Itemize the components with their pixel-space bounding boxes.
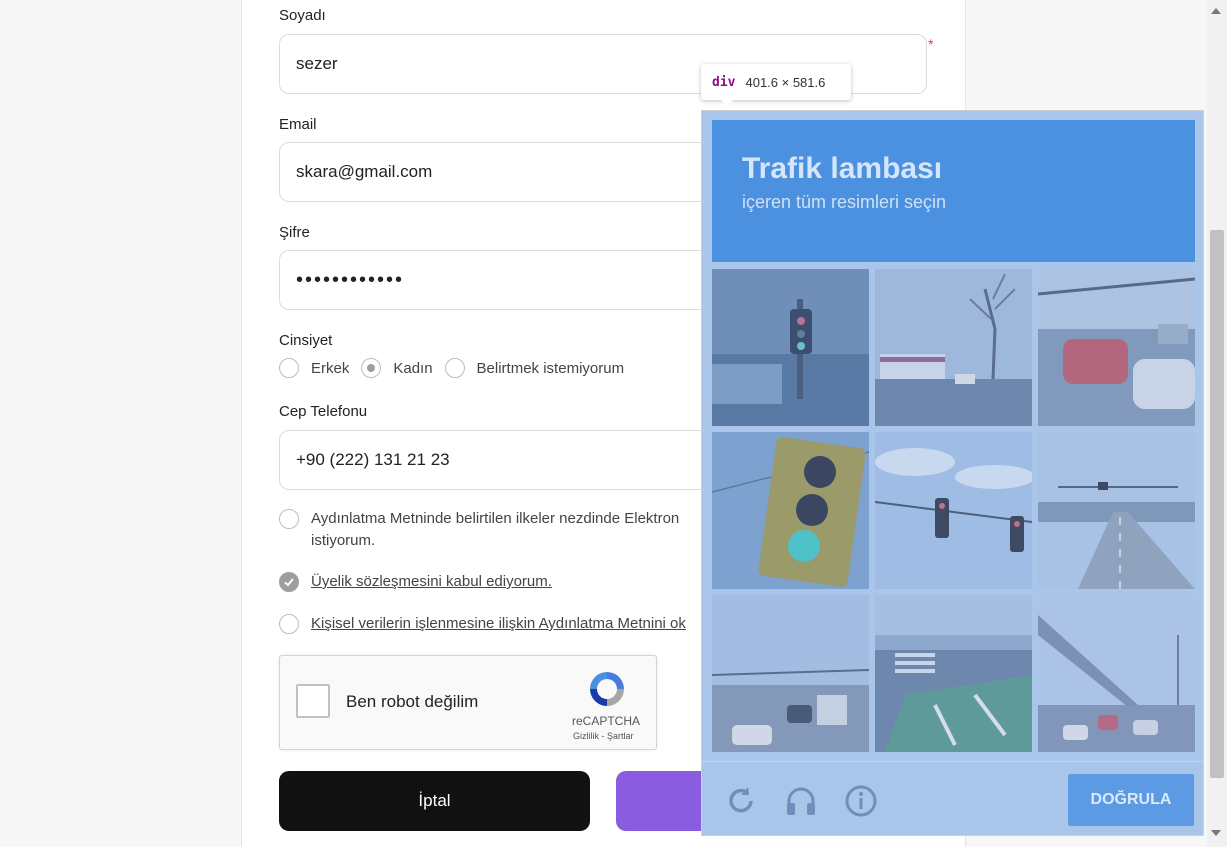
membership-agreement-link[interactable]: Üyelik sözleşmesini kabul ediyorum. [311,571,552,593]
gender-option-female[interactable]: Kadın [361,358,433,378]
challenge-header: Trafik lambası içeren tüm resimleri seçi… [712,120,1195,262]
info-icon[interactable] [844,784,878,818]
consent-kvkk: Kişisel verilerin işlenmesine ilişkin Ay… [279,614,686,635]
verify-button[interactable]: DOĞRULA [1068,774,1194,826]
gender-option-male[interactable]: Erkek [279,358,349,378]
check-icon [284,578,294,587]
consent-electronic-checkbox[interactable] [279,509,299,529]
challenge-tile-3[interactable] [1038,269,1195,426]
challenge-tile-6[interactable] [1038,432,1195,589]
gender-unspecified-label: Belirtmek istemiyorum [476,359,625,377]
tooltip-dimensions: 401.6 × 581.6 [745,74,826,90]
captcha-challenge: Trafik lambası içeren tüm resimleri seçi… [701,110,1204,836]
challenge-footer: DOĞRULA [702,761,1203,835]
consent-membership-checkbox[interactable] [279,572,299,592]
consent-kvkk-checkbox[interactable] [279,614,299,634]
challenge-title: Trafik lambası [742,152,943,185]
recaptcha-widget: Ben robot değilim reCAPTCHA Gizlilik - Ş… [279,655,657,750]
gender-radio-group: Erkek Kadın Belirtmek istemiyorum [279,358,636,378]
recaptcha-checkbox[interactable] [296,684,330,718]
scroll-up-icon[interactable] [1211,8,1221,14]
consent-electronic-text-1: Aydınlatma Metninde belirtilen ilkeler n… [311,510,680,527]
recaptcha-terms-link[interactable]: Şartlar [607,731,634,741]
radio-male[interactable] [279,358,299,378]
recaptcha-privacy-link[interactable]: Gizlilik [573,731,599,741]
challenge-tile-4[interactable] [712,432,869,589]
surname-label: Soyadı [279,7,326,24]
audio-icon[interactable] [784,784,818,818]
challenge-image-grid [712,269,1195,752]
email-label: Email [279,116,317,133]
gender-female-label: Kadın [393,359,433,377]
gender-label: Cinsiyet [279,332,333,349]
consent-membership: Üyelik sözleşmesini kabul ediyorum. [279,572,552,593]
recaptcha-links: Gizlilik - Şartlar [573,731,634,741]
challenge-subtitle: içeren tüm resimleri seçin [742,192,947,212]
gender-male-label: Erkek [311,359,350,377]
password-label: Şifre [279,224,310,241]
challenge-tile-5[interactable] [875,432,1032,589]
scroll-down-icon[interactable] [1211,830,1221,836]
challenge-tile-8[interactable] [875,595,1032,752]
tooltip-tag: div [712,74,736,90]
radio-unspecified[interactable] [444,358,465,378]
recaptcha-label: Ben robot değilim [346,692,479,711]
gender-option-unspecified[interactable]: Belirtmek istemiyorum [444,358,625,378]
challenge-tile-2[interactable] [875,269,1032,426]
challenge-tile-9[interactable] [1038,595,1195,752]
challenge-tile-7[interactable] [712,595,869,752]
consent-electronic: Aydınlatma Metninde belirtilen ilkeler n… [279,509,679,552]
required-mark: * [928,36,934,52]
recaptcha-logo-icon [590,672,624,706]
recaptcha-separator: - [601,731,605,741]
consent-electronic-text-2: istiyorum. [311,532,376,549]
cancel-button[interactable]: İptal [279,771,590,831]
radio-female[interactable] [361,358,382,378]
challenge-tile-1[interactable] [712,269,869,426]
reload-icon[interactable] [724,784,758,818]
scrollbar-thumb[interactable] [1210,230,1224,778]
devtools-element-tooltip: div 401.6 × 581.6 [701,64,851,106]
recaptcha-brand: reCAPTCHA [572,714,641,728]
kvkk-link[interactable]: Kişisel verilerin işlenmesine ilişkin Ay… [311,613,686,635]
page-scrollbar[interactable] [1207,0,1227,847]
phone-label: Cep Telefonu [279,403,368,420]
